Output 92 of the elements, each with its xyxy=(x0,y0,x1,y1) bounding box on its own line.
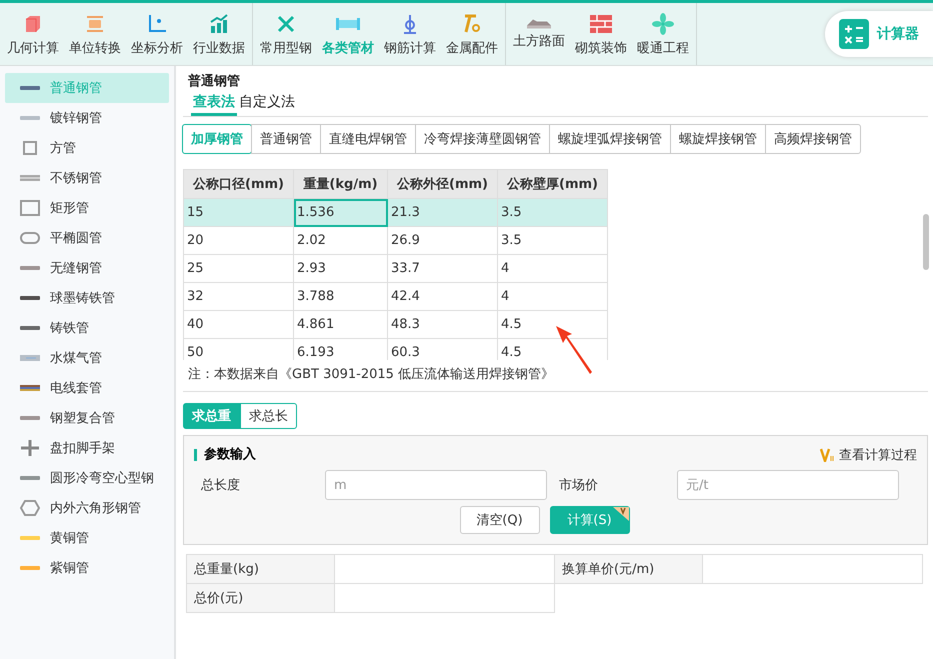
toolbar-item[interactable]: 几何计算 xyxy=(2,3,64,65)
field-label: 总长度 xyxy=(201,477,241,494)
result-label: 总价(元) xyxy=(186,583,335,613)
pipe-swatch-icon xyxy=(20,323,40,333)
view-process-link[interactable]: 查看计算过程 xyxy=(820,446,917,464)
sidebar-item[interactable]: 内外六角形钢管 xyxy=(5,493,169,523)
type-tab[interactable]: 螺旋焊接钢管 xyxy=(670,124,766,154)
rectangle-icon xyxy=(20,200,40,216)
table-cell[interactable]: 20 xyxy=(184,227,294,255)
table-cell[interactable]: 4.861 xyxy=(294,311,388,339)
scrollbar-thumb[interactable] xyxy=(923,214,929,270)
sidebar-item[interactable]: 无缝钢管 xyxy=(5,253,169,283)
table-cell[interactable]: 4.5 xyxy=(498,311,608,339)
toolbar-item[interactable]: 坐标分析 xyxy=(126,3,188,65)
toolbar-item[interactable]: 土方路面 xyxy=(508,3,570,65)
result-label: 总重量(kg) xyxy=(186,554,335,584)
toolbar-item[interactable]: 钢筋计算 xyxy=(379,3,441,65)
sidebar-item[interactable]: 电线套管 xyxy=(5,373,169,403)
toolbar-item[interactable]: 单位转换 xyxy=(64,3,126,65)
column-header: 公称外径(mm) xyxy=(388,169,498,199)
table-cell[interactable]: 48.3 xyxy=(388,311,498,339)
sidebar-item[interactable]: 水煤气管 xyxy=(5,343,169,373)
sidebar-item[interactable]: 盘扣脚手架 xyxy=(5,433,169,463)
sidebar-item[interactable]: 球墨铸铁管 xyxy=(5,283,169,313)
pipe-swatch-icon xyxy=(20,113,40,123)
clear-button[interactable]: 清空(Q) xyxy=(460,506,540,534)
pipe-swatch-icon xyxy=(20,383,40,393)
pipe-swatch-icon xyxy=(20,473,40,483)
table-cell[interactable]: 3.5 xyxy=(498,199,608,227)
table-cell[interactable]: 21.3 xyxy=(388,199,498,227)
type-tab[interactable]: 普通钢管 xyxy=(251,124,321,154)
pipe-swatch-icon xyxy=(20,413,40,423)
input-field[interactable]: 元/t xyxy=(677,470,899,500)
sidebar-item[interactable]: 圆形冷弯空心型钢 xyxy=(5,463,169,493)
pipe-swatch-icon xyxy=(20,353,40,363)
pipe-swatch-icon xyxy=(20,563,40,573)
data-source-note: 注：本数据来自《GBT 3091-2015 低压流体输送用焊接钢管》 xyxy=(183,365,928,392)
table-cell[interactable]: 40 xyxy=(184,311,294,339)
sidebar-item[interactable]: 不锈钢管 xyxy=(5,163,169,193)
calc-mode-tab[interactable]: 求总长 xyxy=(240,403,297,429)
input-field[interactable]: m xyxy=(325,470,547,500)
pipe-swatch-icon xyxy=(20,173,40,183)
calculator-icon xyxy=(839,19,869,49)
table-cell[interactable]: 3.5 xyxy=(498,227,608,255)
table-cell[interactable]: 33.7 xyxy=(388,255,498,283)
type-tab[interactable]: 高频焊接钢管 xyxy=(765,124,861,154)
result-label: 换算单价(元/m) xyxy=(554,554,703,584)
table-cell[interactable]: 26.9 xyxy=(388,227,498,255)
type-tab[interactable]: 直缝电焊钢管 xyxy=(320,124,416,154)
sidebar-item[interactable]: 铸铁管 xyxy=(5,313,169,343)
vip-icon xyxy=(820,448,836,462)
table-cell[interactable]: 32 xyxy=(184,283,294,311)
table-cell[interactable]: 2.02 xyxy=(294,227,388,255)
square-icon xyxy=(20,141,40,155)
type-tab[interactable]: 冷弯焊接薄壁圆钢管 xyxy=(415,124,550,154)
sidebar-item[interactable]: 黄铜管 xyxy=(5,523,169,553)
table-cell[interactable]: 25 xyxy=(184,255,294,283)
sidebar-item[interactable]: 平椭圆管 xyxy=(5,223,169,253)
toolbar-item[interactable]: 常用型钢 xyxy=(255,3,317,65)
column-header: 公称口径(mm) xyxy=(184,169,294,199)
sidebar-item[interactable]: 紫铜管 xyxy=(5,553,169,583)
vip-corner-icon xyxy=(612,507,628,521)
table-cell[interactable]: 4 xyxy=(498,283,608,311)
table-cell[interactable]: 1.536 xyxy=(294,199,388,227)
toolbar-item[interactable]: 行业数据 xyxy=(188,3,250,65)
sidebar-item[interactable]: 矩形管 xyxy=(5,193,169,223)
method-tab[interactable]: 自定义法 xyxy=(237,92,297,116)
sidebar-item[interactable]: 方管 xyxy=(5,133,169,163)
table-cell[interactable]: 2.93 xyxy=(294,255,388,283)
sidebar-item[interactable]: 镀锌钢管 xyxy=(5,103,169,133)
column-header: 重量(kg/m) xyxy=(294,169,388,199)
toolbar-item[interactable]: 砌筑装饰 xyxy=(570,3,632,65)
cross-icon xyxy=(20,439,40,457)
hexagon-icon xyxy=(20,499,40,517)
table-cell[interactable]: 3.788 xyxy=(294,283,388,311)
field-label: 市场价 xyxy=(558,477,599,494)
pipe-swatch-icon xyxy=(20,83,40,93)
column-header: 公称壁厚(mm) xyxy=(498,169,608,199)
pipe-swatch-icon xyxy=(20,533,40,543)
arrow-annotation xyxy=(554,324,594,376)
table-cell[interactable]: 4 xyxy=(498,255,608,283)
pipe-swatch-icon xyxy=(20,293,40,303)
type-tab[interactable]: 螺旋埋弧焊接钢管 xyxy=(549,124,671,154)
section-title: 普通钢管 xyxy=(187,72,241,90)
panel-title: 参数输入 xyxy=(194,449,256,461)
fan-icon xyxy=(651,12,675,36)
toolbar-item[interactable]: 金属配件 xyxy=(441,3,503,65)
table-cell[interactable]: 42.4 xyxy=(388,283,498,311)
toolbar-item[interactable]: 暖通工程 xyxy=(632,3,694,65)
sidebar-item[interactable]: 钢塑复合管 xyxy=(5,403,169,433)
table-cell[interactable]: 15 xyxy=(184,199,294,227)
pipe-swatch-icon xyxy=(20,263,40,273)
